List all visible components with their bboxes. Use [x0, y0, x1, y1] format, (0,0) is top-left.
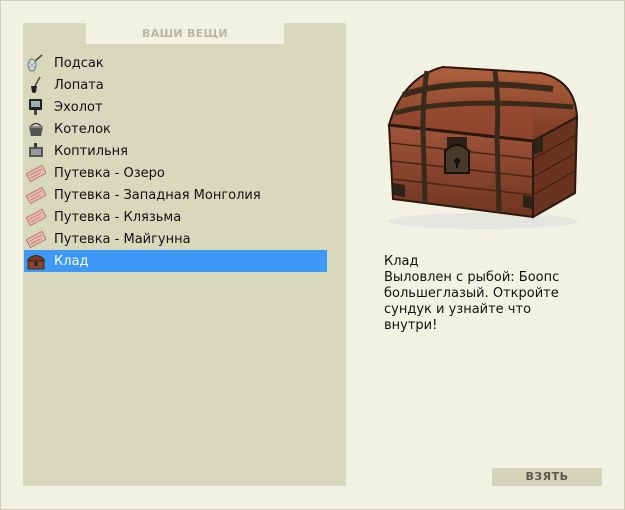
- item-detail-description: Выловлен с рыбой: Боопс большеглазый. От…: [384, 270, 560, 333]
- smokehouse-icon: [25, 141, 47, 161]
- inventory-item-label: Коптильня: [54, 143, 128, 159]
- echo-sounder-icon: [25, 97, 47, 117]
- inventory-item-kotelok[interactable]: Котелок: [24, 118, 327, 140]
- take-button[interactable]: ВЗЯТЬ: [492, 468, 602, 486]
- inventory-item-label: Котелок: [54, 121, 111, 137]
- inventory-item-label: Путевка - Западная Монголия: [54, 187, 261, 203]
- inventory-item-label: Эхолот: [54, 99, 103, 115]
- inventory-item-label: Лопата: [54, 77, 104, 93]
- ticket-icon: [25, 207, 47, 227]
- ticket-icon: [25, 185, 47, 205]
- inventory-item-label: Путевка - Клязьма: [54, 209, 182, 225]
- fishing-net-icon: [25, 53, 47, 73]
- inventory-item-label: Подсак: [54, 55, 104, 71]
- shovel-icon: [25, 75, 47, 95]
- ticket-icon: [25, 229, 47, 249]
- inventory-item-lopata[interactable]: Лопата: [24, 74, 327, 96]
- inventory-item-podsak[interactable]: Подсак: [24, 52, 327, 74]
- ticket-icon: [25, 163, 47, 183]
- kettle-icon: [25, 119, 47, 139]
- inventory-item-klad[interactable]: Клад: [24, 250, 327, 272]
- inventory-item-label: Путевка - Озеро: [54, 165, 165, 181]
- treasure-chest-icon: [25, 251, 47, 271]
- inventory-item-putevka-maygunna[interactable]: Путевка - Майгунна: [24, 228, 327, 250]
- inventory-list: Подсак Лопата Эхолот Котелок Коптильня П…: [24, 52, 327, 272]
- panel-title: ВАШИ ВЕЩИ: [86, 23, 284, 44]
- treasure-chest-image: [387, 65, 579, 229]
- item-detail-name: Клад: [384, 254, 419, 269]
- inventory-item-eholot[interactable]: Эхолот: [24, 96, 327, 118]
- inventory-item-putevka-klyazma[interactable]: Путевка - Клязьма: [24, 206, 327, 228]
- inventory-item-label: Путевка - Майгунна: [54, 231, 191, 247]
- inventory-item-putevka-ozero[interactable]: Путевка - Озеро: [24, 162, 327, 184]
- inventory-item-putevka-zapadnaya-mongoliya[interactable]: Путевка - Западная Монголия: [24, 184, 327, 206]
- inventory-item-koptilnya[interactable]: Коптильня: [24, 140, 327, 162]
- inventory-item-label: Клад: [54, 253, 89, 269]
